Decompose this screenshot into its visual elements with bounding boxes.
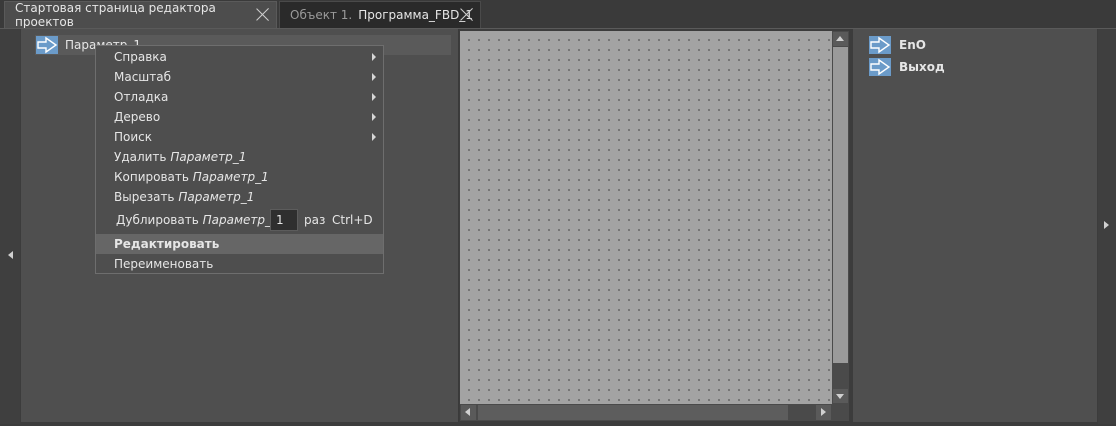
menu-item-label: Вырезать bbox=[114, 190, 175, 204]
tab-start-page[interactable]: Стартовая страница редактора проектов bbox=[4, 1, 277, 29]
scroll-right-icon[interactable] bbox=[816, 405, 831, 420]
menu-item-target: Параметр_1 bbox=[192, 170, 269, 184]
output-item-label: Выход bbox=[899, 60, 945, 74]
menu-item-scale[interactable]: Масштаб bbox=[96, 67, 383, 87]
close-icon[interactable] bbox=[256, 7, 270, 21]
menu-item-debug[interactable]: Отладка bbox=[96, 87, 383, 107]
duplicate-unit-label: раз bbox=[304, 213, 326, 227]
output-arrow-icon bbox=[869, 36, 891, 54]
scrollbar-corner bbox=[832, 404, 849, 421]
vertical-scroll-thumb[interactable] bbox=[833, 47, 848, 363]
menu-item-label: Отладка bbox=[114, 90, 169, 104]
menu-item-copy[interactable]: Копировать Параметр_1 bbox=[96, 167, 383, 187]
submenu-arrow-icon bbox=[372, 53, 376, 61]
context-menu: Справка Масштаб Отладка Дерево Поиск Уда… bbox=[95, 45, 384, 274]
menu-item-search[interactable]: Поиск bbox=[96, 127, 383, 147]
menu-item-delete[interactable]: Удалить Параметр_1 bbox=[96, 147, 383, 167]
menu-item-label: Масштаб bbox=[114, 70, 172, 84]
submenu-arrow-icon bbox=[372, 73, 376, 81]
tab-bar: Стартовая страница редактора проектов Об… bbox=[0, 0, 1116, 29]
vertical-scrollbar[interactable] bbox=[832, 31, 849, 404]
menu-item-target: Параметр_1 bbox=[202, 213, 279, 227]
scroll-down-icon[interactable] bbox=[833, 389, 848, 403]
menu-item-label: Справка bbox=[114, 50, 167, 64]
outputs-panel: EnO Выход bbox=[853, 29, 1097, 422]
scroll-left-icon[interactable] bbox=[461, 405, 476, 420]
tab-start-page-label: Стартовая страница редактора проектов bbox=[15, 1, 216, 29]
menu-item-label: Удалить bbox=[114, 150, 167, 164]
menu-item-label: Дерево bbox=[114, 110, 161, 124]
menu-item-tree[interactable]: Дерево bbox=[96, 107, 383, 127]
menu-item-label: Редактировать bbox=[114, 237, 220, 251]
tab-program-label: Программа_FBD_1 bbox=[358, 8, 473, 22]
submenu-arrow-icon bbox=[372, 133, 376, 141]
input-arrow-icon bbox=[36, 36, 58, 54]
tab-program-fbd[interactable]: Объект 1. Программа_FBD_1 bbox=[279, 1, 481, 28]
menu-item-cut[interactable]: Вырезать Параметр_1 bbox=[96, 187, 383, 207]
menu-item-target: Параметр_1 bbox=[170, 150, 247, 164]
horizontal-scrollbar[interactable] bbox=[460, 404, 832, 421]
menu-item-edit[interactable]: Редактировать bbox=[96, 234, 383, 254]
duplicate-shortcut: Ctrl+D bbox=[332, 213, 373, 227]
submenu-arrow-icon bbox=[372, 93, 376, 101]
collapse-left-icon[interactable] bbox=[8, 251, 13, 259]
menu-item-rename[interactable]: Переименовать bbox=[96, 254, 383, 274]
fbd-canvas[interactable] bbox=[460, 31, 832, 404]
menu-item-target: Параметр_1 bbox=[178, 190, 255, 204]
collapse-right-icon[interactable] bbox=[1104, 221, 1109, 229]
right-collapse-strip[interactable] bbox=[1098, 29, 1116, 424]
duplicate-count-input[interactable] bbox=[270, 209, 298, 231]
close-icon[interactable] bbox=[460, 7, 474, 21]
horizontal-scroll-thumb[interactable] bbox=[478, 405, 788, 420]
scroll-up-icon[interactable] bbox=[833, 32, 848, 46]
menu-item-label: Переименовать bbox=[114, 257, 214, 271]
menu-item-label: Поиск bbox=[114, 130, 153, 144]
output-arrow-icon bbox=[869, 58, 891, 76]
menu-item-duplicate[interactable]: Дублировать Параметр_1 раз Ctrl+D bbox=[96, 208, 383, 232]
output-item-label: EnO bbox=[899, 38, 926, 52]
menu-item-label: Дублировать bbox=[116, 213, 199, 227]
left-collapse-strip[interactable] bbox=[0, 29, 20, 424]
menu-item-help[interactable]: Справка bbox=[96, 47, 383, 67]
submenu-arrow-icon bbox=[372, 113, 376, 121]
menu-item-label: Копировать bbox=[114, 170, 189, 184]
tab-program-prefix: Объект 1. bbox=[290, 8, 353, 22]
